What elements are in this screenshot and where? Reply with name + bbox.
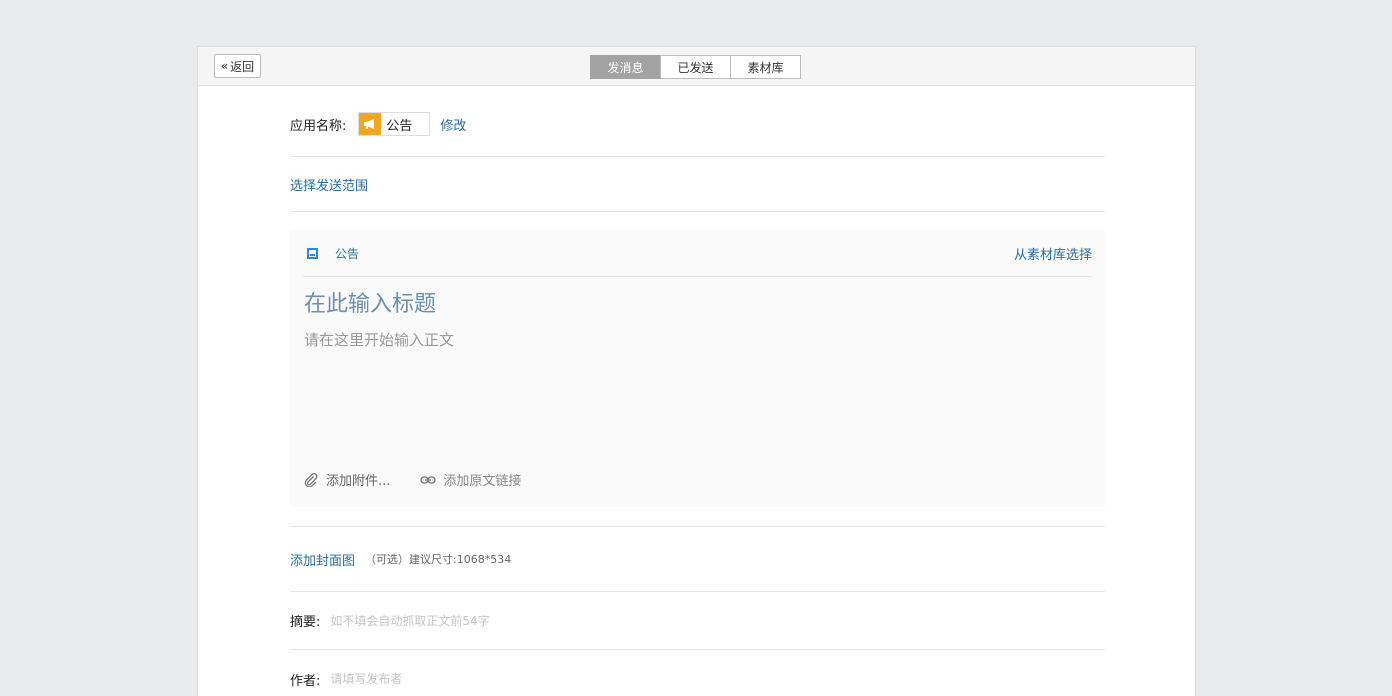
select-scope-link[interactable]: 选择发送范围 (290, 175, 368, 194)
back-button-label: 返回 (230, 59, 255, 74)
summary-row: 摘要: (290, 592, 1105, 650)
editor-header: 公告 从素材库选择 (303, 230, 1092, 277)
editor-footer: 添加附件... 添加原文链接 (303, 470, 521, 489)
app-name: 公告 (386, 118, 413, 134)
compose-form: 应用名称: 公告 修改 选择发送范围 公告 从素材库选择 在此输入标题 请在这里… (290, 86, 1105, 696)
app-chip: 公告 (358, 112, 431, 136)
paperclip-icon (303, 472, 319, 487)
add-source-link-label: 添加原文链接 (443, 474, 522, 489)
article-type-icon (307, 247, 318, 259)
double-chevron-left-icon: « (220, 59, 229, 73)
select-from-library-link[interactable]: 从素材库选择 (1014, 244, 1092, 263)
send-scope-row: 选择发送范围 (290, 157, 1105, 212)
author-input[interactable] (330, 672, 831, 686)
message-type-label: 公告 (335, 246, 360, 261)
tab-sent[interactable]: 已发送 (660, 55, 731, 79)
author-row: 作者: (290, 650, 1105, 696)
edit-app-link[interactable]: 修改 (440, 115, 466, 134)
body-input[interactable] (304, 331, 1064, 349)
compose-panel: « 返回 发消息 已发送 素材库 应用名称: 公告 修改 选择发送范围 公告 从… (197, 46, 1196, 696)
tab-library[interactable]: 素材库 (730, 55, 801, 79)
megaphone-icon (359, 113, 382, 135)
app-name-row: 应用名称: 公告 修改 (290, 86, 1105, 157)
top-bar: « 返回 发消息 已发送 素材库 (198, 47, 1195, 86)
back-button[interactable]: « 返回 (214, 54, 261, 78)
add-attachment-button[interactable]: 添加附件... (303, 470, 390, 489)
link-icon (420, 473, 437, 487)
message-editor: 公告 从素材库选择 添加附件... (290, 230, 1105, 507)
tab-send-message[interactable]: 发消息 (590, 55, 661, 79)
tab-group: 发消息 已发送 素材库 (590, 55, 801, 79)
cover-image-row: 添加封面图 （可选）建议尺寸:1068*534 (290, 526, 1105, 592)
title-input[interactable] (304, 292, 1064, 317)
app-name-label: 应用名称: (290, 118, 347, 134)
add-cover-link[interactable]: 添加封面图 (290, 550, 355, 569)
cover-size-hint: （可选）建议尺寸:1068*534 (365, 553, 512, 566)
add-source-link-button[interactable]: 添加原文链接 (420, 470, 521, 489)
author-label: 作者: (290, 673, 321, 689)
summary-input[interactable] (330, 613, 831, 628)
add-attachment-label: 添加附件... (326, 474, 391, 489)
summary-label: 摘要: (290, 615, 321, 630)
